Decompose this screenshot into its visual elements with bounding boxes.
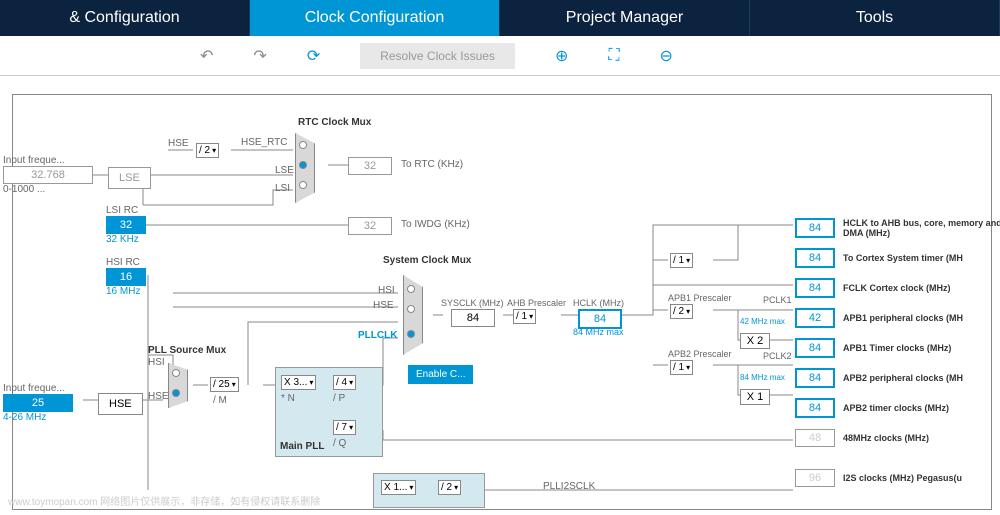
hclk-value[interactable]: 84 (578, 309, 622, 329)
pclk2-label: PCLK2 (763, 351, 792, 361)
rtc-mux-title: RTC Clock Mux (298, 117, 371, 128)
hse-freq-label: Input freque... (3, 383, 73, 394)
rtc-div-select[interactable]: / 2▾ (196, 143, 219, 158)
hsi-unit: 16 MHz (106, 286, 146, 297)
rtc-mux[interactable] (295, 133, 315, 203)
tab-clock[interactable]: Clock Configuration (250, 0, 500, 36)
lsi-name: LSI RC (106, 205, 146, 216)
undo-icon[interactable]: ↶ (200, 46, 213, 66)
iwdg-label: To IWDG (KHz) (401, 219, 470, 230)
lsi-group: LSI RC 32 32 KHz (106, 205, 146, 245)
lse-input-group: Input freque... 32.768 0-1000 ... (3, 155, 93, 195)
zoom-in-icon[interactable]: ⊕ (555, 46, 568, 66)
plli2s-label: PLLI2SCLK (543, 481, 595, 492)
main-tabs: & Configuration Clock Configuration Proj… (0, 0, 1000, 36)
pll-n-label: * N (281, 393, 295, 404)
tab-config[interactable]: & Configuration (0, 0, 250, 36)
rtc-value: 32 (348, 157, 392, 175)
hsi-group: HSI RC 16 16 MHz (106, 257, 146, 297)
pll-q-label: / Q (333, 438, 346, 449)
pclk1-max: 42 MHz max (740, 317, 785, 326)
rtc-lsi-label: LSI (275, 183, 290, 194)
rtc-hsertc-label: HSE_RTC (241, 137, 288, 148)
out-hclk: 84 (795, 218, 835, 238)
lse-freq-value[interactable]: 32.768 (3, 166, 93, 184)
hclk-max: 84 MHz max (573, 327, 624, 337)
pll-m-label: / M (213, 395, 227, 406)
pclk2-max: 84 MHz max (740, 373, 785, 382)
apb1-x: X 2 (740, 333, 770, 349)
pll-m-select[interactable]: / 25▾ (210, 377, 239, 392)
iwdg-value: 32 (348, 217, 392, 235)
apb2-div-select[interactable]: / 1▾ (670, 360, 693, 375)
pclk1-label: PCLK1 (763, 295, 792, 305)
lse-freq-label: Input freque... (3, 155, 93, 166)
pllsrc-mux[interactable] (168, 363, 188, 408)
tab-tools[interactable]: Tools (750, 0, 1000, 36)
tab-project[interactable]: Project Manager (500, 0, 750, 36)
pllsrc-hse: HSE (148, 391, 169, 402)
enable-css-button[interactable]: Enable C... (408, 365, 473, 384)
hse-block: HSE (98, 393, 143, 415)
fit-icon[interactable]: ⛶ (608, 47, 619, 65)
apb1-div-select[interactable]: / 2▾ (670, 304, 693, 319)
mainpll-title: Main PLL (280, 441, 324, 452)
rtc-hse-label: HSE (168, 137, 189, 149)
lse-block: LSE (108, 167, 151, 189)
refresh-icon[interactable]: ⟳ (307, 46, 320, 66)
sysclk-label: SYSCLK (MHz) (441, 298, 504, 308)
sysclk-value[interactable]: 84 (451, 309, 495, 327)
lsi-unit: 32 KHz (106, 234, 146, 245)
canvas: Input freque... 32.768 0-1000 ... LSE LS… (0, 76, 1000, 510)
sysclk-hse: HSE (373, 300, 394, 311)
pllsrc-title: PLL Source Mux (148, 345, 226, 356)
plli2s-n-select[interactable]: X 1...▾ (381, 480, 416, 495)
out-i2s: 96 (795, 469, 835, 487)
out-cortex: 84 (795, 248, 835, 268)
toolbar: ↶ ↷ ⟳ Resolve Clock Issues ⊕ ⛶ ⊖ (0, 36, 1000, 76)
sysclk-title: System Clock Mux (383, 255, 471, 266)
apb2-x: X 1 (740, 389, 770, 405)
lsi-value: 32 (106, 216, 146, 234)
out-48m: 48 (795, 429, 835, 447)
lse-range: 0-1000 ... (3, 184, 93, 195)
apb2-title: APB2 Prescaler (668, 349, 732, 359)
ahb-label: AHB Prescaler (507, 298, 566, 308)
redo-icon[interactable]: ↷ (253, 46, 266, 66)
hsi-name: HSI RC (106, 257, 146, 268)
output-rows: 84HCLK to AHB bus, core, memory and DMA … (795, 213, 1000, 503)
out-fclk: 84 (795, 278, 835, 298)
pll-q-select[interactable]: / 7▾ (333, 420, 356, 435)
apb1-title: APB1 Prescaler (668, 293, 732, 303)
pll-p-select[interactable]: / 4▾ (333, 375, 356, 390)
out-apb1t: 84 (795, 338, 835, 358)
rtc-lse-label: LSE (275, 165, 294, 176)
hse-freq-value[interactable]: 25 (3, 394, 73, 412)
pll-p-label: / P (333, 393, 345, 404)
resolve-button[interactable]: Resolve Clock Issues (360, 43, 515, 69)
hclk-label: HCLK (MHz) (573, 298, 624, 308)
plli2s-p-select[interactable]: / 2▾ (438, 480, 461, 495)
zoom-out-icon[interactable]: ⊖ (660, 46, 673, 66)
clock-panel: Input freque... 32.768 0-1000 ... LSE LS… (12, 94, 992, 510)
watermark: www.toymopan.com 网络图片仅供展示，非存储，如有侵权请联系删除 (8, 493, 320, 508)
out-apb1p: 42 (795, 308, 835, 328)
out-apb2p: 84 (795, 368, 835, 388)
out-apb2t: 84 (795, 398, 835, 418)
sysclk-pllclk: PLLCLK (358, 330, 397, 341)
rtc-label: To RTC (KHz) (401, 159, 463, 170)
hse-range: 4-26 MHz (3, 412, 73, 423)
cortex-div-select[interactable]: / 1▾ (670, 253, 693, 268)
hsi-value: 16 (106, 268, 146, 286)
sysclk-mux[interactable] (403, 275, 423, 355)
sysclk-hsi: HSI (378, 285, 395, 296)
pllsrc-hsi: HSI (148, 357, 165, 368)
hse-input-group: Input freque... 25 4-26 MHz (3, 383, 73, 423)
ahb-div-select[interactable]: / 1▾ (513, 309, 536, 324)
pll-n-select[interactable]: X 3...▾ (281, 375, 316, 390)
